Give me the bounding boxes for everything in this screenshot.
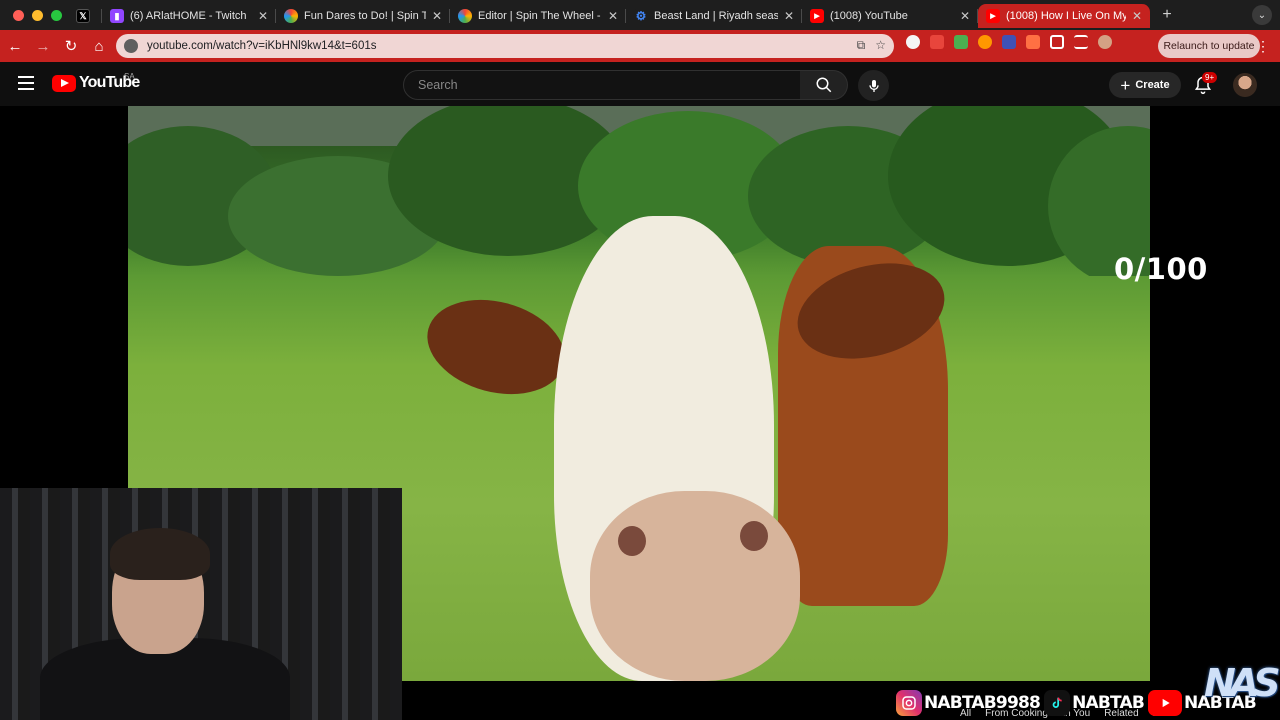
reading-list-icon[interactable] <box>1074 35 1088 49</box>
tiktok-icon <box>1044 690 1071 716</box>
address-bar[interactable]: youtube.com/watch?v=iKbHNl9kw14&t=601s ⧉… <box>116 34 894 58</box>
youtube-logo[interactable]: YouTube SA <box>52 72 140 92</box>
social-handles-overlay: NABTAB9988 NABTAB NABTAB <box>894 686 1257 720</box>
country-code: SA <box>124 72 135 81</box>
minimize-window-button[interactable] <box>32 9 43 21</box>
search-box <box>403 70 801 100</box>
plus-icon: + <box>1120 75 1131 95</box>
home-button[interactable]: ⌂ <box>86 33 112 59</box>
bookmark-star-icon[interactable]: ☆ <box>875 38 886 53</box>
microphone-icon <box>868 79 879 92</box>
youtube-masthead: YouTube SA + Create 9+ <box>0 62 1280 106</box>
reload-button[interactable]: ↻ <box>58 33 84 59</box>
tab-title: Beast Land | Riyadh season <box>654 10 778 22</box>
voice-search-button[interactable] <box>858 70 889 101</box>
browser-tab-strip: 𝕏 ▮ (6) ARlatHOME - Twitch ✕ Fun Dares t… <box>0 0 1280 30</box>
extension-icon[interactable] <box>978 35 992 49</box>
instagram-icon <box>896 690 922 716</box>
browser-menu-icon[interactable]: ⋮ <box>1256 38 1270 55</box>
youtube-icon <box>1148 690 1182 716</box>
nas-brand-logo: NAS <box>1204 661 1280 705</box>
twitch-icon: ▮ <box>110 9 124 23</box>
address-url: youtube.com/watch?v=iKbHNl9kw14&t=601s <box>147 40 377 52</box>
cow-nostril <box>740 521 768 551</box>
tab-twitch[interactable]: ▮ (6) ARlatHOME - Twitch ✕ <box>102 4 276 28</box>
instagram-handle: NABTAB9988 <box>924 693 1041 713</box>
tab-active-video[interactable]: ▶ (1008) How I Live On My Farm ✕ <box>978 4 1150 28</box>
tab-beast-land[interactable]: ⚙ Beast Land | Riyadh season ✕ <box>626 4 802 28</box>
browser-toolbar: ← → ↻ ⌂ youtube.com/watch?v=iKbHNl9kw14&… <box>0 30 1280 62</box>
close-tab-icon[interactable]: ✕ <box>960 9 970 23</box>
close-tab-icon[interactable]: ✕ <box>258 9 268 23</box>
window-controls <box>0 9 68 21</box>
extension-icon[interactable] <box>930 35 944 49</box>
extension-icon[interactable] <box>1026 35 1040 49</box>
account-avatar[interactable] <box>1233 73 1257 97</box>
tab-title: (6) ARlatHOME - Twitch <box>130 10 247 22</box>
install-app-icon[interactable]: ⧉ <box>857 38 866 53</box>
tab-title: Fun Dares to Do! | Spin The W <box>304 10 426 22</box>
maximize-window-button[interactable] <box>51 9 62 21</box>
tab-x[interactable]: 𝕏 <box>68 4 102 28</box>
extension-icon[interactable] <box>906 35 920 49</box>
cow-nose <box>590 491 800 681</box>
search-input[interactable] <box>404 71 800 99</box>
extension-icon[interactable] <box>1002 35 1016 49</box>
tab-editor-wheel[interactable]: Editor | Spin The Wheel - Ran ✕ <box>450 4 626 28</box>
relaunch-button[interactable]: Relaunch to update <box>1158 34 1260 58</box>
extension-icon[interactable] <box>954 35 968 49</box>
back-button[interactable]: ← <box>2 33 28 59</box>
search-button[interactable] <box>800 70 848 100</box>
close-tab-icon[interactable]: ✕ <box>432 9 442 23</box>
wheel-icon <box>284 9 298 23</box>
close-tab-icon[interactable]: ✕ <box>1132 9 1142 23</box>
cow-left-ear <box>416 285 576 409</box>
wheel-icon <box>458 9 472 23</box>
close-window-button[interactable] <box>13 9 24 21</box>
challenge-counter: 0/100 <box>1114 252 1208 286</box>
x-icon: 𝕏 <box>76 9 90 23</box>
tab-title: Editor | Spin The Wheel - Ran <box>478 10 602 22</box>
tab-youtube-home[interactable]: ▶ (1008) YouTube ✕ <box>802 4 978 28</box>
tab-fun-dares[interactable]: Fun Dares to Do! | Spin The W ✕ <box>276 4 450 28</box>
close-tab-icon[interactable]: ✕ <box>784 9 794 23</box>
youtube-play-icon <box>52 74 76 92</box>
hamburger-menu-icon[interactable] <box>18 76 34 90</box>
cow-nostril <box>618 526 646 556</box>
tab-search-chevron-icon[interactable]: ⌄ <box>1252 5 1272 25</box>
forward-button[interactable]: → <box>30 33 56 59</box>
youtube-icon: ▶ <box>810 9 824 23</box>
streamer-webcam <box>0 488 402 720</box>
close-tab-icon[interactable]: ✕ <box>608 9 618 23</box>
tiktok-handle: NABTAB <box>1072 693 1145 713</box>
search-icon <box>816 77 831 93</box>
profile-avatar-icon[interactable] <box>1098 35 1112 49</box>
puzzle-extensions-icon[interactable] <box>1050 35 1064 49</box>
create-button[interactable]: + Create <box>1109 72 1181 98</box>
new-tab-button[interactable]: + <box>1156 4 1178 26</box>
create-label: Create <box>1135 79 1170 91</box>
site-info-icon[interactable] <box>124 39 138 53</box>
notification-count-badge: 9+ <box>1202 72 1218 83</box>
tab-title: (1008) YouTube <box>830 10 908 22</box>
webcam-person-hair <box>110 528 210 580</box>
globe-icon: ⚙ <box>634 9 648 23</box>
youtube-icon: ▶ <box>986 9 1000 23</box>
extensions-row <box>906 35 1112 49</box>
tab-title: (1008) How I Live On My Farm <box>1006 10 1126 22</box>
tab-list: 𝕏 ▮ (6) ARlatHOME - Twitch ✕ Fun Dares t… <box>68 0 1178 30</box>
